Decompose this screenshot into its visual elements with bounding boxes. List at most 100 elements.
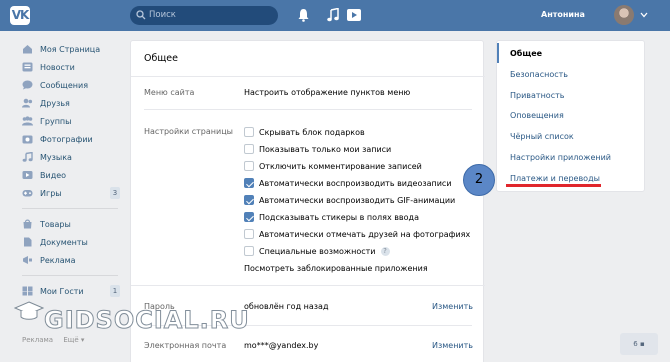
checkbox[interactable] xyxy=(244,144,254,154)
chat-count-badge[interactable]: 6 ▪ xyxy=(620,333,658,355)
highlight-underline xyxy=(506,184,601,187)
top-header: VK Поиск Антонина xyxy=(0,0,670,31)
checkbox-checked[interactable] xyxy=(244,212,254,222)
user-name[interactable]: Антонина xyxy=(541,10,585,19)
sidebar-item-goods[interactable]: Товары xyxy=(22,215,122,233)
checkbox[interactable] xyxy=(244,127,254,137)
option-suggest-stickers[interactable]: Подсказывать стикеры в полях ввода xyxy=(244,211,419,223)
checkbox-checked[interactable] xyxy=(244,178,254,188)
sidebar-item-label: Реклама xyxy=(40,255,76,265)
option-label: Отключить комментирование записей xyxy=(259,161,422,171)
tab-notifications[interactable]: Оповещения xyxy=(497,105,646,125)
sidebar-item-label: Фотографии xyxy=(40,134,93,144)
sidebar-item-label: Друзья xyxy=(40,98,70,108)
change-email-button[interactable]: Изменить xyxy=(432,341,473,350)
sidebar-item-friends[interactable]: Друзья xyxy=(22,94,122,112)
checkbox[interactable] xyxy=(244,246,254,256)
sidebar-item-video[interactable]: Видео xyxy=(22,166,122,184)
sidebar-item-documents[interactable]: Документы xyxy=(22,233,122,251)
sidebar-item-groups[interactable]: Группы xyxy=(22,112,122,130)
sidebar-item-ads[interactable]: Реклама xyxy=(22,251,122,269)
password-status: обновлён год назад xyxy=(244,302,329,311)
footer-more-link[interactable]: Ещё xyxy=(63,336,78,344)
messages-icon xyxy=(22,80,33,90)
graduation-cap-icon xyxy=(14,301,44,320)
tab-security[interactable]: Безопасность xyxy=(497,64,646,84)
email-value: mo***@yandex.by xyxy=(244,341,319,350)
vk-logo[interactable]: VK xyxy=(10,6,30,25)
video-icon xyxy=(22,170,33,180)
option-autoplay-video[interactable]: Автоматически воспроизводить видеозаписи xyxy=(244,177,452,189)
sidebar-divider xyxy=(22,208,118,209)
option-autoplay-gif[interactable]: Автоматически воспроизводить GIF-анимаци… xyxy=(244,194,455,206)
checkbox[interactable] xyxy=(244,161,254,171)
sidebar-item-label: Игры xyxy=(40,188,62,198)
sidebar-item-label: Моя Страница xyxy=(40,44,101,54)
option-only-my-posts[interactable]: Показывать только мои записи xyxy=(244,143,391,155)
tab-privacy[interactable]: Приватность xyxy=(497,85,646,105)
change-password-button[interactable]: Изменить xyxy=(432,302,473,311)
ads-icon xyxy=(22,255,33,265)
option-label: Специальные возможности xyxy=(259,246,376,256)
search-icon xyxy=(136,10,146,20)
step-marker: 2 xyxy=(463,164,495,196)
news-icon xyxy=(22,62,33,72)
page-settings-label: Настройки страницы xyxy=(144,127,233,136)
chat-icon: ▪ xyxy=(639,340,645,348)
sidebar-item-news[interactable]: Новости xyxy=(22,58,122,76)
chevron-down-icon: ▾ xyxy=(78,336,85,344)
play-icon[interactable] xyxy=(347,8,361,22)
option-hide-gifts[interactable]: Скрывать блок подарков xyxy=(244,126,365,138)
checkbox[interactable] xyxy=(244,229,254,239)
option-label: Автоматически воспроизводить видеозаписи xyxy=(259,178,452,188)
bell-icon[interactable] xyxy=(298,8,309,22)
sidebar-item-my-page[interactable]: Моя Страница xyxy=(22,40,122,58)
menu-label: Меню сайта xyxy=(144,88,195,97)
chat-count: 6 xyxy=(633,340,638,348)
sidebar-item-label: Группы xyxy=(40,116,72,126)
chevron-down-icon[interactable] xyxy=(640,12,648,18)
footer-ads-link[interactable]: Реклама xyxy=(22,336,53,344)
games-count-badge: 3 xyxy=(110,187,120,199)
games-icon xyxy=(22,188,33,198)
option-accessibility[interactable]: Специальные возможности? xyxy=(244,245,390,257)
tab-app-settings[interactable]: Настройки приложений xyxy=(497,147,646,167)
sidebar-item-games[interactable]: Игры 3 xyxy=(22,184,122,202)
option-label: Скрывать блок подарков xyxy=(259,127,365,137)
settings-nav: Общее Безопасность Приватность Оповещени… xyxy=(496,40,645,192)
sidebar-item-label: Новости xyxy=(40,62,75,72)
sidebar-item-label: Сообщения xyxy=(40,80,89,90)
sidebar-item-label: Мои Гости xyxy=(40,286,84,296)
music-icon[interactable] xyxy=(327,8,339,22)
goods-icon xyxy=(22,219,33,229)
checkbox-checked[interactable] xyxy=(244,195,254,205)
sidebar-item-messages[interactable]: Сообщения xyxy=(22,76,122,94)
avatar[interactable] xyxy=(614,5,634,25)
option-label: Автоматически отмечать друзей на фотогра… xyxy=(259,229,471,239)
page-title: Общее xyxy=(144,53,178,64)
option-label: Показывать только мои записи xyxy=(259,144,392,154)
option-label: Подсказывать стикеры в полях ввода xyxy=(259,212,419,222)
search-input[interactable]: Поиск xyxy=(130,6,278,25)
tab-blacklist[interactable]: Чёрный список xyxy=(497,126,646,146)
music-icon xyxy=(22,151,33,162)
blocked-apps-link[interactable]: Посмотреть заблокированные приложения xyxy=(244,264,428,273)
help-icon[interactable]: ? xyxy=(380,246,390,256)
divider xyxy=(144,109,472,110)
sidebar-item-music[interactable]: Музыка xyxy=(22,148,122,166)
watermark-text: GIDSOCIAL.RU xyxy=(44,306,250,335)
sidebar-item-label: Товары xyxy=(40,219,71,229)
option-label: Автоматически воспроизводить GIF-анимаци… xyxy=(259,195,456,205)
customize-menu-link[interactable]: Настроить отображение пунктов меню xyxy=(244,88,410,97)
sidebar-item-guests[interactable]: Мои Гости 1 xyxy=(22,282,122,300)
option-disable-comments[interactable]: Отключить комментирование записей xyxy=(244,160,422,172)
tab-general[interactable]: Общее xyxy=(497,43,646,63)
documents-icon xyxy=(22,237,33,247)
sidebar-item-label: Документы xyxy=(40,237,88,247)
guests-count-badge: 1 xyxy=(110,285,120,297)
sidebar-item-photos[interactable]: Фотографии xyxy=(22,130,122,148)
photos-icon xyxy=(22,134,33,144)
left-sidebar: Моя Страница Новости Сообщения Друзья Гр… xyxy=(22,40,122,300)
option-auto-tag-friends[interactable]: Автоматически отмечать друзей на фотогра… xyxy=(244,228,470,240)
search-placeholder: Поиск xyxy=(149,10,176,20)
